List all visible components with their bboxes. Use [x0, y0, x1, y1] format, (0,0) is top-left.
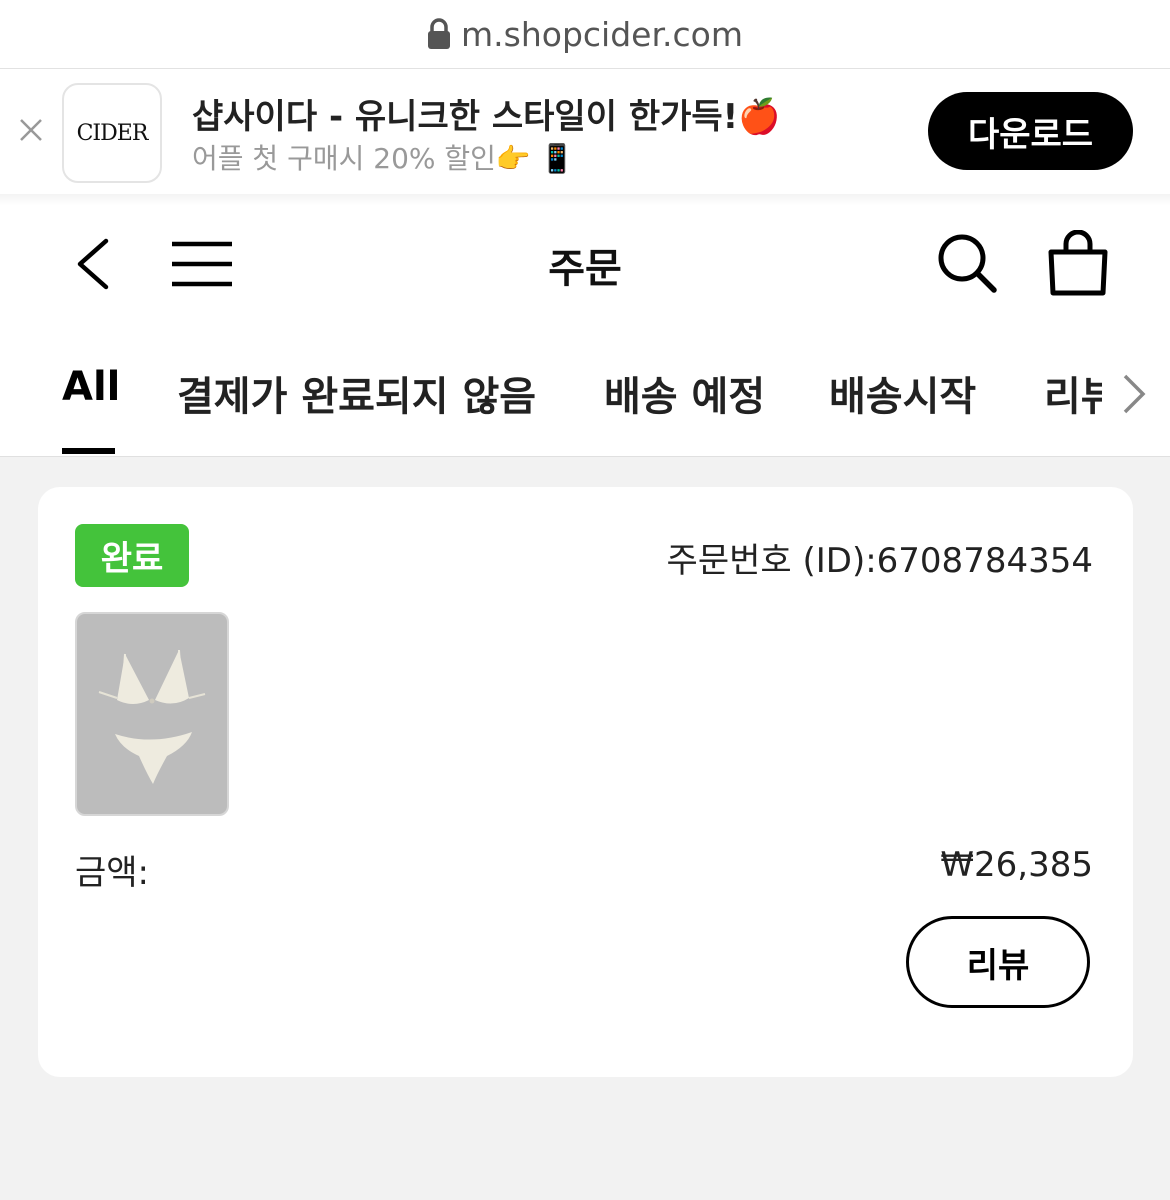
tab-payment-incomplete[interactable]: 결제가 완료되지 않음	[177, 364, 536, 422]
banner-title: 샵사이다 - 유니크한 스타일이 한가득!🍎	[192, 97, 781, 137]
url-text: m.shopcider.com	[461, 14, 743, 54]
chevron-right-icon[interactable]	[1120, 372, 1148, 416]
shopping-bag-icon[interactable]	[1046, 230, 1110, 298]
cider-logo: CIDER	[62, 83, 162, 183]
review-button[interactable]: 리뷰	[906, 916, 1090, 1008]
banner-subtitle: 어플 첫 구매시 20% 할인👉 📱	[192, 142, 575, 175]
tab-shipping-started[interactable]: 배송시작	[829, 364, 976, 422]
order-number: 주문번호 (ID):6708784354	[666, 541, 1093, 581]
tab-review[interactable]: 리뷰	[1044, 364, 1102, 422]
active-tab-indicator	[62, 448, 115, 454]
browser-url-bar[interactable]: m.shopcider.com	[0, 0, 1170, 69]
bikini-image	[98, 649, 206, 784]
status-badge: 완료	[75, 524, 189, 587]
tab-shipping-scheduled[interactable]: 배송 예정	[604, 364, 765, 422]
close-icon[interactable]	[18, 117, 44, 143]
search-icon[interactable]	[936, 232, 998, 294]
product-thumbnail[interactable]	[75, 612, 229, 816]
app-download-banner: CIDER 샵사이다 - 유니크한 스타일이 한가득!🍎 어플 첫 구매시 20…	[0, 69, 1170, 194]
lock-icon	[428, 18, 451, 49]
page-header: 주문 All 결제가 완료되지 않음 배송 예정 배송시작 리뷰	[0, 206, 1170, 457]
amount-label: 금액:	[75, 853, 150, 893]
order-status-tabs: All 결제가 완료되지 않음 배송 예정 배송시작 리뷰	[0, 356, 1170, 456]
tab-all[interactable]: All	[62, 364, 120, 410]
order-card[interactable]: 완료 주문번호 (ID):6708784354 금액: ₩26,385 리뷰	[38, 487, 1133, 1077]
banner-divider	[0, 194, 1170, 206]
order-amount: ₩26,385	[940, 845, 1093, 885]
download-button[interactable]: 다운로드	[928, 92, 1133, 170]
